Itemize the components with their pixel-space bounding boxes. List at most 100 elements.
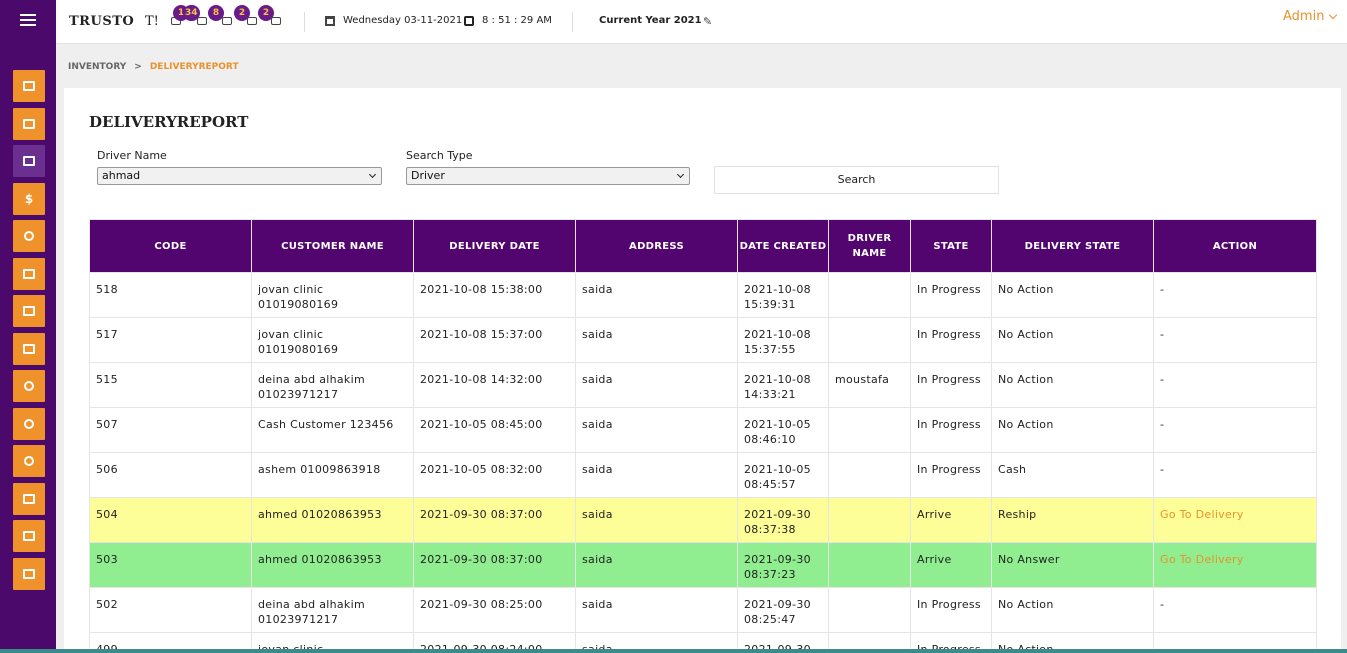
current-year: Current Year 2021: [599, 15, 702, 26]
sidebar-item-dashboard[interactable]: [13, 70, 45, 102]
driver-name-label: Driver Name: [97, 149, 167, 162]
sidebar-item-money[interactable]: [13, 107, 45, 140]
cell-address: saida: [575, 317, 738, 363]
clock-icon: [247, 17, 257, 25]
cell-delivery-date: 2021-10-05 08:32:00: [413, 452, 576, 498]
cell-code: 506: [89, 452, 252, 498]
cell-created: 2021-09-30 08:37:23: [737, 542, 829, 588]
sidebar-item-tools[interactable]: [13, 332, 45, 365]
cell-customer: Cash Customer 123456: [251, 407, 414, 453]
sidebar-item-inventory[interactable]: [13, 145, 45, 177]
cell-customer: deina abd alhakim 01023971217: [251, 362, 414, 408]
breadcrumb: INVENTORY > DELIVERYREPORT: [68, 62, 239, 72]
cell-state: In Progress: [910, 587, 992, 633]
dollar-icon: $: [24, 191, 34, 206]
cell-action[interactable]: Go To Delivery: [1153, 542, 1317, 588]
cell-address: saida: [575, 587, 738, 633]
cell-delivery-date: 2021-09-30 08:37:00: [413, 542, 576, 588]
cell-driver: [828, 317, 911, 363]
table-body: 518 jovan clinic 01019080169 2021-10-08 15…: [89, 272, 1317, 653]
cell-action[interactable]: Go To Delivery: [1153, 497, 1317, 543]
cell-action: -: [1153, 362, 1317, 408]
table-icon: [23, 568, 35, 579]
sidebar-item-list[interactable]: [13, 520, 45, 552]
list-icon: [23, 531, 35, 541]
cell-action: -: [1153, 272, 1317, 318]
cell-state: In Progress: [910, 362, 992, 408]
breadcrumb-inventory[interactable]: INVENTORY: [68, 62, 126, 72]
sidebar-item-delivery[interactable]: [13, 295, 45, 327]
table-row: 507 Cash Customer 123456 2021-10-05 08:45:…: [89, 407, 1317, 453]
cell-state: In Progress: [910, 452, 992, 498]
sidebar-item-tags[interactable]: [13, 482, 45, 515]
notification-5[interactable]: 2: [258, 5, 285, 26]
divider: [304, 12, 305, 32]
cell-delivery-date: 2021-10-08 15:37:00: [413, 317, 576, 363]
user-icon: [24, 456, 34, 466]
cell-address: saida: [575, 452, 738, 498]
sidebar-item-finance[interactable]: $: [13, 182, 45, 215]
breadcrumb-separator-icon: >: [134, 62, 142, 72]
cell-action: -: [1153, 587, 1317, 633]
report-card: DELIVERYREPORT Driver Name ahmad Search …: [64, 88, 1341, 653]
dashboard-icon: [23, 81, 35, 91]
search-button[interactable]: Search: [714, 166, 999, 194]
cell-delivery-state: No Action: [991, 317, 1154, 363]
bell-icon: [197, 17, 207, 25]
search-type-select[interactable]: Driver: [406, 167, 690, 185]
user-icon: [24, 231, 34, 241]
notification-badge: 2: [258, 5, 274, 21]
page-title: DELIVERYREPORT: [89, 113, 249, 131]
sidebar-item-settings[interactable]: [13, 370, 45, 402]
grid-icon: [23, 268, 35, 279]
table-header-row: CODE CUSTOMER NAME DELIVERY DATE ADDRESS…: [89, 219, 1317, 273]
cell-delivery-date: 2021-09-30 08:37:00: [413, 497, 576, 543]
column-header-customer-name[interactable]: CUSTOMER NAME: [251, 219, 414, 273]
table-row: 518 jovan clinic 01019080169 2021-10-08 15…: [89, 272, 1317, 318]
table-row: 502 deina abd alhakim 01023971217 2021-09-…: [89, 587, 1317, 633]
brand-logo[interactable]: TRUSTO: [69, 14, 134, 29]
column-header-action[interactable]: ACTION: [1153, 219, 1317, 273]
cell-address: saida: [575, 497, 738, 543]
sidebar-item-table[interactable]: [13, 557, 45, 590]
column-header-code[interactable]: CODE: [89, 219, 252, 273]
column-header-date-created[interactable]: DATE CREATED: [737, 219, 829, 273]
table-row: 503 ahmed 01020863953 2021-09-30 08:37:00 s…: [89, 542, 1317, 588]
cell-customer: deina abd alhakim 01023971217: [251, 587, 414, 633]
chevron-down-icon: [676, 170, 685, 179]
chevron-down-icon: [368, 170, 377, 179]
clock-icon: [464, 15, 474, 26]
cell-address: saida: [575, 542, 738, 588]
cell-code: 518: [89, 272, 252, 318]
cell-action: -: [1153, 317, 1317, 363]
cell-customer: jovan clinic 01019080169: [251, 272, 414, 318]
column-header-delivery-date[interactable]: DELIVERY DATE: [413, 219, 576, 273]
time-text: 8 : 51 : 29 AM: [482, 15, 552, 26]
column-header-state[interactable]: STATE: [910, 219, 992, 273]
user-menu[interactable]: Admin: [1283, 9, 1338, 24]
column-header-driver-name[interactable]: DRIVER NAME: [828, 219, 911, 273]
cell-address: saida: [575, 407, 738, 453]
sidebar: $: [0, 0, 56, 653]
brand-suffix: T!: [145, 14, 159, 29]
sidebar-item-customers[interactable]: [13, 445, 45, 477]
cell-action: -: [1153, 452, 1317, 498]
menu-toggle-icon[interactable]: [20, 14, 36, 28]
column-header-address[interactable]: ADDRESS: [575, 219, 738, 273]
calendar-icon: [325, 15, 335, 26]
gears-icon: [24, 418, 34, 429]
cell-state: In Progress: [910, 317, 992, 363]
cell-address: saida: [575, 272, 738, 318]
sidebar-item-advanced-settings[interactable]: [13, 407, 45, 440]
table-row: 517 jovan clinic 01019080169 2021-10-08 15…: [89, 317, 1317, 363]
sidebar-item-users[interactable]: [13, 220, 45, 252]
sidebar-item-grid[interactable]: [13, 257, 45, 290]
column-header-delivery-state[interactable]: DELIVERY STATE: [991, 219, 1154, 273]
cell-delivery-date: 2021-10-08 14:32:00: [413, 362, 576, 408]
cell-delivery-date: 2021-09-30 08:25:00: [413, 587, 576, 633]
cell-code: 507: [89, 407, 252, 453]
user-name: Admin: [1283, 9, 1325, 24]
edit-year-pencil-icon[interactable]: ✎: [703, 15, 712, 28]
cell-driver: [828, 497, 911, 543]
driver-name-select[interactable]: ahmad: [97, 167, 382, 185]
